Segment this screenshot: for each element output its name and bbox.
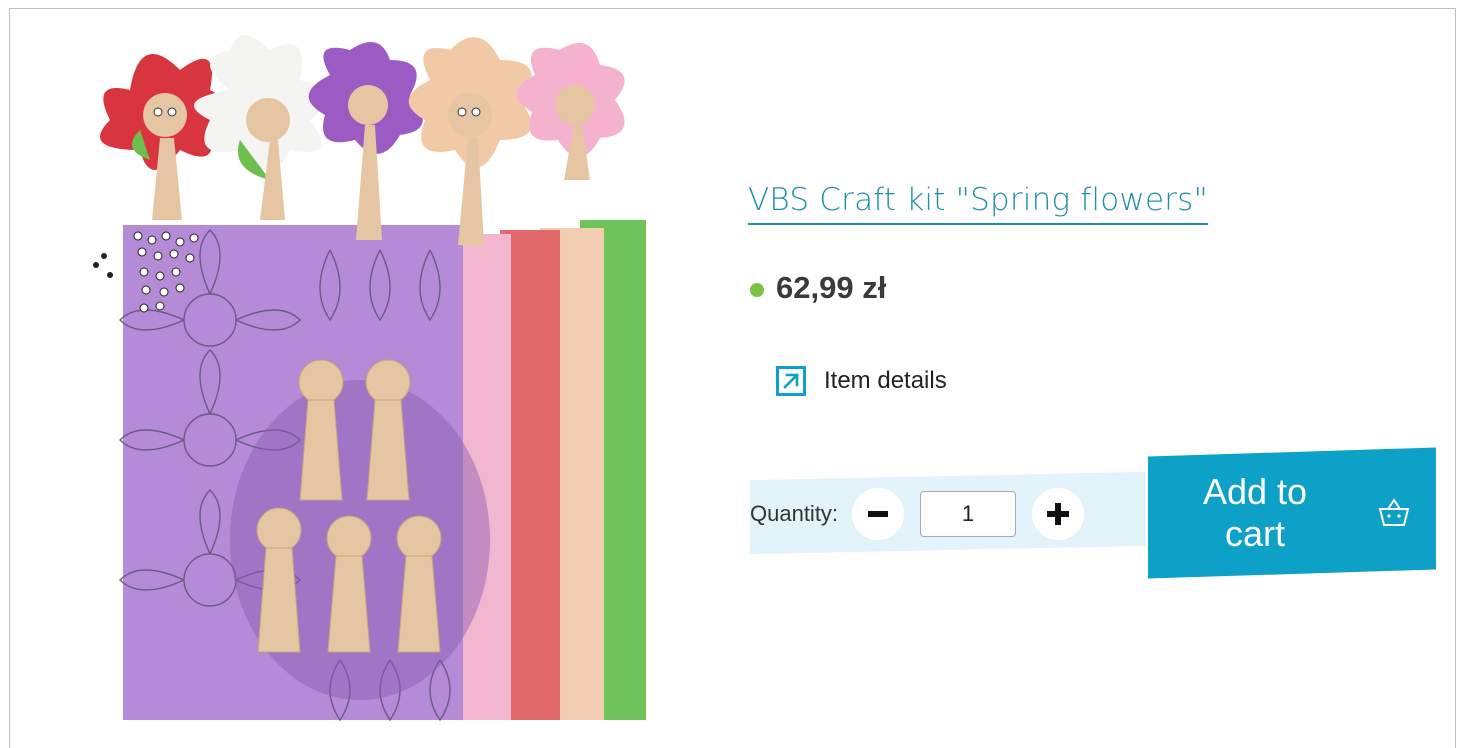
quantity-row: Quantity: — [750, 484, 1085, 544]
external-link-icon — [776, 366, 806, 396]
product-image[interactable] — [80, 20, 680, 730]
item-details-link[interactable]: Item details — [776, 366, 947, 396]
add-to-cart-line1: Add to — [1202, 471, 1308, 512]
stock-status-dot — [750, 283, 764, 297]
add-to-cart-line2: cart — [1224, 513, 1285, 554]
add-to-cart-content: Add to cart — [1154, 471, 1430, 555]
add-to-cart-button[interactable]: Add to cart — [1148, 447, 1436, 579]
minus-icon — [868, 511, 889, 517]
item-details-label: Item details — [824, 367, 947, 394]
price-row: 62,99 zł — [750, 270, 886, 306]
decrease-quantity-button[interactable] — [852, 488, 905, 540]
quantity-input[interactable] — [920, 491, 1017, 537]
quantity-label: Quantity: — [750, 501, 839, 526]
plus-icon — [1047, 503, 1070, 525]
add-to-cart-label: Add to cart — [1170, 471, 1340, 555]
increase-quantity-button[interactable] — [1032, 488, 1085, 540]
basket-icon — [1378, 498, 1410, 526]
price: 62,99 zł — [776, 270, 887, 305]
product-title-link[interactable]: VBS Craft kit "Spring flowers" — [748, 178, 1208, 225]
